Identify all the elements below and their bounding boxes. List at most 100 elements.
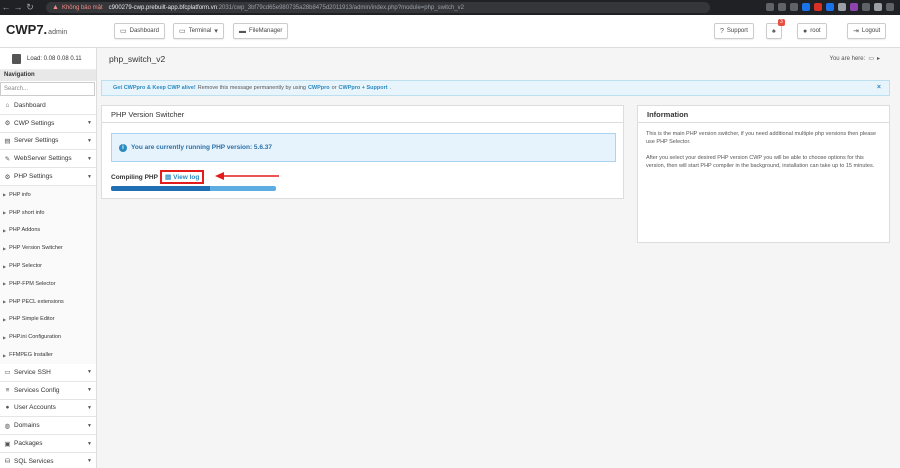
sidebar-subitem[interactable]: ▶ PHP Version Switcher [0,239,96,258]
app-header: CWP7.admin ▭ Dashboard ▭ Terminal ▾ ▬ Fi… [0,15,900,48]
sidebar-item[interactable]: ▭ Service SSH ▼ [0,363,96,382]
extension-icon[interactable] [814,3,822,11]
terminal-label: Terminal [188,28,212,34]
sidebar-item-label: Dashboard [14,101,46,109]
view-log-link[interactable]: ▤ View log [159,170,205,184]
list-icon: ≡ [5,386,10,394]
gear-icon: ⚙ [4,173,11,181]
profile-icon[interactable] [874,3,882,11]
share-icon[interactable] [778,3,786,11]
puzzle-icon[interactable] [862,3,870,11]
caret-right-icon: ▶ [3,316,7,322]
menu-icon[interactable] [886,3,894,11]
document-icon: ▤ [164,174,172,181]
monitor-icon[interactable]: ▭ [868,55,874,62]
dashboard-button[interactable]: ▭ Dashboard [114,23,165,39]
sidebar-item-label: Packages [14,440,43,448]
browser-toolbar: ← → ↻ ▲ Không bảo mật c900279-cwp.prebui… [0,0,900,15]
bell-icon: ♠ [772,27,776,35]
question-icon: ? [720,27,724,35]
sidebar-item-label: WebServer Settings [14,155,72,163]
chevron-down-icon: ▼ [87,369,92,376]
sidebar-item[interactable]: ⌂ Dashboard [0,97,96,115]
sidebar-subitem-label: PHP.ini Configuration [9,334,61,341]
nav-search-input[interactable]: Search... [0,82,95,96]
sidebar-subitem[interactable]: ▶ PHP Simple Editor [0,310,96,329]
home-icon: ⌂ [5,101,10,109]
dashboard-label: Dashboard [129,28,159,34]
sidebar-item-label: Domains [14,422,40,430]
package-icon: ▣ [4,440,11,448]
extension-icon[interactable] [838,3,846,11]
nav-title: Navigation [0,70,96,81]
sidebar-item-label: User Accounts [14,404,56,412]
sidebar-item[interactable]: ▤ Server Settings ▼ [0,132,96,151]
sidebar-subitem[interactable]: ▶ FFMPEG Installer [0,346,96,364]
extension-icons [766,3,894,11]
sidebar-subitem[interactable]: ▶ PHP PECL extensions [0,292,96,311]
url-path: :2031/cwp_3bf79cd65e980735a28b8475d20119… [217,4,464,11]
load-box: Load: 0.08 0.08 0.11 [0,48,96,70]
extension-icon[interactable] [826,3,834,11]
information-title: Information [638,106,889,123]
sidebar-subitem-label: FFMPEG Installer [9,352,53,359]
sidebar-subitem[interactable]: ▶ PHP info [0,185,96,204]
promo-headline[interactable]: Get CWPpro & Keep CWP alive! [113,85,196,91]
logout-label: Logout [861,28,881,34]
page-head: php_switch_v2 [98,48,900,70]
back-icon[interactable]: ← [0,0,12,15]
promo-or: or [331,85,337,91]
notifications-button[interactable]: ♠ 3 [766,19,785,39]
chevron-right-icon[interactable]: ▸ [877,55,880,62]
chevron-down-icon: ▼ [87,387,92,394]
sidebar-item[interactable]: ⚙ CWP Settings ▼ [0,114,96,133]
compiling-label: Compiling PHP [111,173,158,181]
wrench-icon: ✎ [4,155,11,163]
sidebar-item[interactable]: ● User Accounts ▼ [0,399,96,418]
chevron-down-icon: ▼ [87,137,92,144]
sidebar-subitem[interactable]: ▶ PHP-FPM Selector [0,274,96,293]
extension-icon[interactable] [802,3,810,11]
translate-icon[interactable] [766,3,774,11]
reload-icon[interactable]: ↻ [24,0,36,15]
close-icon[interactable]: × [877,84,881,91]
chevron-down-icon: ▼ [87,120,92,127]
support-label: Support [726,28,748,34]
sidebar-item-label: PHP Settings [14,173,53,181]
cwppro-support-link[interactable]: CWPpro + Support [339,85,388,91]
filemanager-button[interactable]: ▬ FileManager [233,23,289,39]
address-bar[interactable]: ▲ Không bảo mật c900279-cwp.prebuilt-app… [46,2,710,13]
logout-button[interactable]: ⇥ Logout [847,23,887,39]
sidebar-item[interactable]: ≡ Services Config ▼ [0,381,96,400]
sidebar-item[interactable]: ▣ Packages ▼ [0,435,96,453]
cwppro-link[interactable]: CWPpro [308,85,330,91]
database-icon: ⛁ [4,458,11,466]
sidebar-item-label: Service SSH [14,368,51,376]
forward-icon[interactable]: → [12,0,24,15]
support-button[interactable]: ? Support [714,23,754,39]
switcher-title: PHP Version Switcher [102,106,623,123]
user-button[interactable]: ● root [797,23,827,39]
sidebar-item-label: CWP Settings [14,119,55,127]
monitor-icon: ▭ [120,28,127,35]
sidebar-subitem[interactable]: ▶ PHP.ini Configuration [0,328,96,347]
sidebar-subitem[interactable]: ▶ PHP Addons [0,221,96,240]
terminal-button[interactable]: ▭ Terminal ▾ [173,23,224,39]
server-icon [12,53,21,64]
sidebar-subitem[interactable]: ▶ PHP Selector [0,257,96,275]
sidebar-subitem-label: PHP Simple Editor [9,316,55,323]
promo-alert: Get CWPpro & Keep CWP alive! Remove this… [101,80,890,96]
sidebar-item[interactable]: ◍ Domains ▼ [0,417,96,436]
logo-sub: admin [48,29,68,36]
extension-icon[interactable] [850,3,858,11]
chevron-down-icon: ▼ [87,155,92,162]
sidebar-subitem-label: PHP info [9,191,31,198]
filemanager-label: FileManager [249,28,283,34]
sidebar-item[interactable]: ⛁ SQL Services ▼ [0,452,96,468]
sidebar-subitem[interactable]: ▶ PHP short info [0,203,96,222]
globe-icon: ◍ [4,422,11,430]
logo[interactable]: CWP7.admin [6,22,67,37]
sidebar-item[interactable]: ✎ WebServer Settings ▼ [0,150,96,169]
sidebar-item[interactable]: ⚙ PHP Settings ▼ [0,168,96,186]
bookmark-icon[interactable] [790,3,798,11]
